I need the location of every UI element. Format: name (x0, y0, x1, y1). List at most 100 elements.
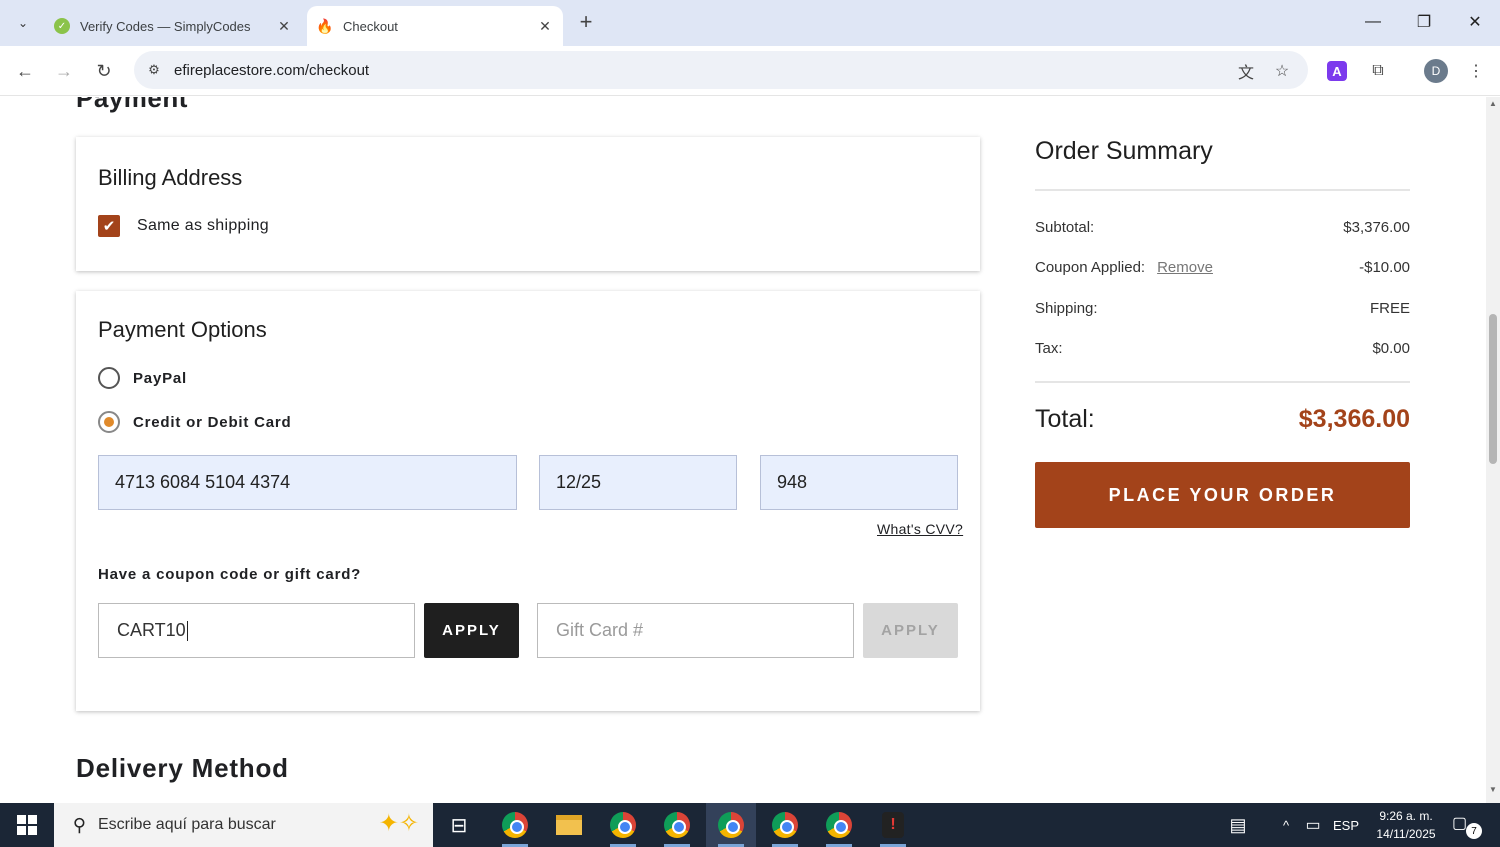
show-hidden-icons-icon[interactable]: ^ (1274, 803, 1298, 847)
network-icon[interactable]: ▭ (1300, 803, 1326, 847)
shipping-value: FREE (1369, 300, 1410, 317)
notification-count-badge: 7 (1466, 823, 1482, 839)
expiry-input[interactable]: 12/25 (539, 455, 737, 510)
tab-title: Checkout (343, 18, 398, 34)
total-value: $3,366.00 (1298, 405, 1410, 433)
subtotal-value: $3,376.00 (1343, 219, 1410, 236)
scrollbar-thumb[interactable] (1489, 314, 1497, 464)
remove-coupon-link[interactable]: Remove (1157, 259, 1213, 276)
taskbar-clock[interactable]: 9:26 a. m. 14/11/2025 (1362, 807, 1450, 843)
windows-taskbar: ⚲ Escribe aquí para buscar ✦✧ ⊟ ! ▤ ^ ▭ … (0, 803, 1500, 847)
apply-gift-card-button[interactable]: APPLY (863, 603, 958, 658)
subtotal-label: Subtotal: (1035, 219, 1095, 236)
order-summary-title: Order Summary (1035, 137, 1213, 165)
close-tab-icon[interactable]: ✕ (274, 16, 294, 36)
tax-row: Tax: $0.00 (1035, 340, 1410, 357)
chrome-icon (826, 812, 852, 838)
address-bar[interactable]: ⚙ efireplacestore.com/checkout 文 ☆ (134, 51, 1308, 89)
url-text[interactable]: efireplacestore.com/checkout (174, 62, 369, 79)
tab-checkout[interactable]: 🔥 Checkout ✕ (307, 6, 563, 46)
tax-value: $0.00 (1372, 340, 1410, 357)
start-button[interactable] (0, 803, 54, 847)
chrome-icon (718, 812, 744, 838)
app-icon: ! (882, 812, 904, 838)
coupon-row: Coupon Applied: Remove -$10.00 (1035, 259, 1410, 276)
bookmark-star-icon[interactable]: ☆ (1271, 60, 1293, 82)
cvv-input[interactable]: 948 (760, 455, 958, 510)
card-number-input[interactable]: 4713 6084 5104 4374 (98, 455, 517, 510)
text-caret (186, 620, 188, 641)
chrome-icon (502, 812, 528, 838)
payment-heading: Payment (76, 97, 188, 113)
payment-options-title: Payment Options (98, 317, 267, 342)
delivery-method-heading: Delivery Method (76, 753, 289, 783)
taskbar-search-box[interactable]: ⚲ Escribe aquí para buscar ✦✧ (54, 803, 433, 847)
back-icon[interactable]: ← (11, 57, 39, 85)
scroll-down-arrow-icon[interactable]: ▼ (1489, 785, 1497, 794)
extensions-puzzle-icon[interactable]: ⧉ (1365, 58, 1391, 84)
apply-coupon-button[interactable]: APPLY (424, 603, 519, 658)
card-radio[interactable] (98, 411, 120, 433)
payment-options-card: Payment Options PayPal Credit or Debit C… (76, 291, 980, 711)
flame-favicon-icon: 🔥 (316, 17, 334, 34)
billing-title: Billing Address (98, 165, 243, 190)
taskbar-chrome-2[interactable] (598, 803, 648, 847)
chrome-icon (610, 812, 636, 838)
scroll-up-arrow-icon[interactable]: ▲ (1489, 99, 1497, 108)
notifications-icon[interactable]: ▢ 7 (1452, 813, 1482, 839)
paypal-label[interactable]: PayPal (133, 370, 187, 387)
checkout-page: Payment Billing Address ✔ Same as shippi… (0, 97, 1486, 803)
same-as-shipping-label[interactable]: Same as shipping (137, 217, 269, 235)
taskbar-chrome-3[interactable] (652, 803, 702, 847)
billing-address-card: Billing Address ✔ Same as shipping (76, 137, 980, 271)
divider (1035, 381, 1410, 383)
shipping-label: Shipping: (1035, 300, 1098, 317)
taskbar-file-explorer[interactable] (544, 803, 594, 847)
browser-toolbar: ← → ↻ ⚙ efireplacestore.com/checkout 文 ☆… (0, 46, 1500, 96)
forward-icon[interactable]: → (50, 57, 78, 85)
clock-time: 9:26 a. m. (1379, 809, 1433, 823)
taskbar-app-red[interactable]: ! (868, 803, 918, 847)
order-summary: Order Summary Subtotal: $3,376.00 Coupon… (1035, 137, 1410, 528)
coupon-code-input[interactable]: CART10 (98, 603, 415, 658)
gift-card-placeholder: Gift Card # (556, 620, 644, 640)
task-view-button[interactable]: ⊟ (434, 803, 484, 847)
taskbar-chrome-4[interactable] (706, 803, 756, 847)
page-scrollbar[interactable]: ▲ ▼ (1486, 97, 1500, 803)
close-tab-icon[interactable]: ✕ (535, 16, 555, 36)
shipping-row: Shipping: FREE (1035, 300, 1410, 317)
extension-a-icon[interactable]: A (1324, 58, 1350, 84)
search-icon: ⚲ (72, 814, 86, 835)
minimize-icon[interactable]: — (1358, 8, 1388, 36)
task-view-icon: ⊟ (450, 814, 468, 837)
same-as-shipping-checkbox[interactable]: ✔ (98, 215, 120, 237)
reload-icon[interactable]: ↻ (90, 57, 118, 85)
sparkle-icon: ✦✧ (378, 810, 419, 837)
tab-search-dropdown-icon[interactable]: ⌄ (10, 10, 36, 36)
tax-label: Tax: (1035, 340, 1063, 357)
taskbar-chrome-6[interactable] (814, 803, 864, 847)
place-order-button[interactable]: PLACE YOUR ORDER (1035, 462, 1410, 528)
chrome-icon (664, 812, 690, 838)
gift-card-input[interactable]: Gift Card # (537, 603, 854, 658)
menu-kebab-icon[interactable]: ⋮ (1463, 58, 1489, 84)
translate-icon[interactable]: 文 (1235, 60, 1257, 82)
new-tab-icon[interactable]: + (574, 9, 598, 34)
tab-strip: ⌄ ✓ Verify Codes — SimplyCodes ✕ 🔥 Check… (0, 0, 1500, 46)
news-widget-icon[interactable]: ▤ (1222, 803, 1254, 847)
profile-avatar[interactable]: D (1424, 59, 1448, 83)
card-label[interactable]: Credit or Debit Card (133, 414, 292, 431)
taskbar-chrome-1[interactable] (490, 803, 540, 847)
site-settings-icon[interactable]: ⚙ (144, 60, 164, 80)
paypal-radio[interactable] (98, 367, 120, 389)
windows-logo-icon (17, 815, 37, 835)
language-indicator[interactable]: ESP (1330, 803, 1362, 847)
restore-icon[interactable]: ❐ (1409, 8, 1439, 36)
total-label: Total: (1035, 405, 1095, 433)
whats-cvv-link[interactable]: What's CVV? (877, 521, 963, 537)
taskbar-chrome-5[interactable] (760, 803, 810, 847)
close-window-icon[interactable]: ✕ (1460, 8, 1490, 36)
taskbar-search-placeholder: Escribe aquí para buscar (98, 816, 276, 833)
coupon-question: Have a coupon code or gift card? (98, 566, 362, 583)
tab-verify-codes[interactable]: ✓ Verify Codes — SimplyCodes ✕ (44, 6, 302, 46)
